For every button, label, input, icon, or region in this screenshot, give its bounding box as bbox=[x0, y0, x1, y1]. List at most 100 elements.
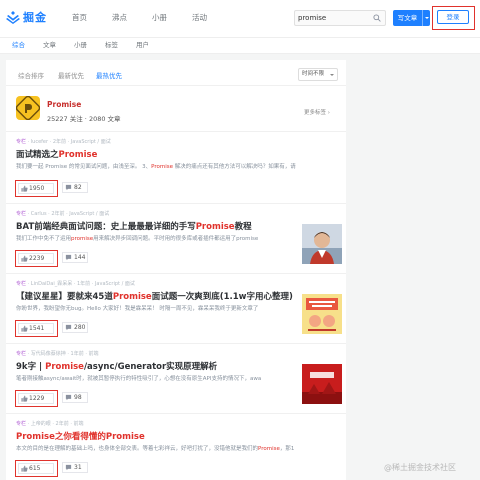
top-navbar: 掘金 首页 沸点 小册 活动 写文章 登录 bbox=[0, 0, 480, 38]
meta-info: · lucefer · 2年前 · JavaScript / 面试 bbox=[26, 139, 111, 145]
tab-books[interactable]: 小册 bbox=[74, 38, 87, 53]
article-abstract: 我们工作中免不了运用promise用来解决异步回调问题。平时用的很多库或者插件都… bbox=[16, 234, 298, 242]
tab-users[interactable]: 用户 bbox=[136, 38, 149, 53]
meta-info: · LinDaiDai_霖呆呆 · 1年前 · JavaScript / 面试 bbox=[26, 281, 135, 287]
watermark-text: @稀土掘金技术社区 bbox=[384, 463, 456, 472]
comment-button[interactable]: 280 bbox=[62, 322, 88, 333]
article-item[interactable]: 专栏 · 写代码像蔡徐抻 · 1年前 · 前端 9k字 | Promise/as… bbox=[6, 344, 346, 414]
tab-all[interactable]: 综合 bbox=[12, 38, 25, 53]
search-type-tabs: 综合 文章 小册 标签 用户 bbox=[0, 38, 480, 54]
like-highlight-box: 1950 bbox=[15, 180, 58, 197]
abstract-text: 你盼世界，我盼望你无bug。Hello 大家好！我是霖呆呆！ 时隔一周不见，霖呆… bbox=[16, 306, 259, 312]
thumbs-up-icon bbox=[21, 255, 28, 262]
thumbs-up-icon bbox=[21, 185, 28, 192]
tab-articles[interactable]: 文章 bbox=[43, 38, 56, 53]
promise-red-thumbnail bbox=[302, 364, 342, 404]
title-highlight: Promise bbox=[112, 292, 152, 302]
comment-button[interactable]: 144 bbox=[62, 252, 88, 263]
comment-icon bbox=[65, 254, 72, 261]
comment-icon bbox=[65, 394, 72, 401]
column-tag[interactable]: 专栏 bbox=[16, 351, 26, 357]
like-button[interactable]: 1950 bbox=[18, 183, 54, 194]
tag-card[interactable]: Promise 25227 关注 · 2080 文章 更多标签 › bbox=[6, 86, 346, 132]
like-button[interactable]: 615 bbox=[18, 463, 54, 474]
more-tags-link[interactable]: 更多标签 › bbox=[304, 108, 330, 116]
nav-home[interactable]: 首页 bbox=[72, 12, 87, 23]
tag-stats: 25227 关注 · 2080 文章 bbox=[47, 115, 121, 123]
article-meta: 专栏 · Carlus · 2年前 · JavaScript / 面试 bbox=[16, 210, 109, 217]
article-cover-image[interactable] bbox=[302, 364, 342, 404]
like-button[interactable]: 2239 bbox=[18, 253, 54, 264]
site-logo[interactable]: 掘金 bbox=[6, 9, 47, 25]
nav-pins[interactable]: 沸点 bbox=[112, 12, 127, 23]
like-button[interactable]: 1541 bbox=[18, 323, 54, 334]
sort-comprehensive[interactable]: 综合排序 bbox=[18, 70, 44, 80]
sort-bar: 综合排序 最新优先 最热优先 时间不限 bbox=[6, 60, 346, 86]
article-item[interactable]: 专栏 · Carlus · 2年前 · JavaScript / 面试 BAT前… bbox=[6, 204, 346, 274]
abstract-text: 我们要一起 Promise 的常见面试问题，由浅至深。 3、 bbox=[16, 164, 152, 170]
comment-button[interactable]: 98 bbox=[62, 392, 88, 403]
abstract-highlight: Promise bbox=[151, 164, 173, 170]
meta-info: · 写代码像蔡徐抻 · 1年前 · 前端 bbox=[26, 351, 99, 357]
article-item[interactable]: 专栏 · lucefer · 2年前 · JavaScript / 面试 面试精… bbox=[6, 132, 346, 204]
title-text-tail: /async/Generator实现原理解析 bbox=[83, 362, 218, 372]
title-highlight: Promise bbox=[195, 222, 235, 232]
title-text: BAT前端经典面试问题：史上最最最详细的手写 bbox=[16, 222, 196, 232]
time-filter-select[interactable]: 时间不限 bbox=[298, 68, 338, 81]
abstract-highlight: promise bbox=[71, 236, 94, 242]
comment-button[interactable]: 31 bbox=[62, 462, 88, 473]
like-count: 615 bbox=[29, 465, 41, 472]
like-highlight-box: 2239 bbox=[15, 250, 58, 267]
comment-count: 82 bbox=[74, 184, 82, 191]
article-item[interactable]: 专栏 · 上帝的眼 · 2年前 · 前端 Promise之你看得懂的Promis… bbox=[6, 414, 346, 480]
comment-count: 98 bbox=[74, 394, 82, 401]
write-article-button[interactable]: 写文章 bbox=[393, 10, 422, 26]
column-tag[interactable]: 专栏 bbox=[16, 421, 26, 427]
abstract-text: 我们工作中免不了运用 bbox=[16, 236, 72, 242]
thumbs-up-icon bbox=[21, 395, 28, 402]
comment-count: 144 bbox=[74, 254, 86, 261]
thumbs-up-icon bbox=[21, 325, 28, 332]
article-abstract: 你盼世界，我盼望你无bug。Hello 大家好！我是霖呆呆！ 时隔一周不见，霖呆… bbox=[16, 304, 298, 312]
promise-tag-logo-icon bbox=[15, 95, 41, 121]
article-cover-image[interactable] bbox=[302, 294, 342, 334]
search-icon[interactable] bbox=[373, 14, 381, 22]
title-highlight: Promise bbox=[45, 362, 84, 372]
comment-button[interactable]: 82 bbox=[62, 182, 88, 193]
search-input[interactable] bbox=[298, 12, 368, 24]
main-nav: 首页 沸点 小册 活动 bbox=[72, 12, 232, 23]
nav-events[interactable]: 活动 bbox=[192, 12, 207, 23]
login-button[interactable]: 登录 bbox=[437, 10, 469, 24]
title-text: 面试精选之 bbox=[16, 150, 59, 160]
title-text: 9k字 | bbox=[16, 362, 46, 372]
article-meta: 专栏 · 写代码像蔡徐抻 · 1年前 · 前端 bbox=[16, 350, 99, 357]
like-button[interactable]: 1229 bbox=[18, 393, 54, 404]
article-title[interactable]: 面试精选之Promise bbox=[16, 148, 97, 160]
article-title[interactable]: Promise之你看得懂的Promise bbox=[16, 430, 145, 442]
article-meta: 专栏 · 上帝的眼 · 2年前 · 前端 bbox=[16, 420, 84, 427]
comment-count: 31 bbox=[74, 464, 82, 471]
article-title[interactable]: BAT前端经典面试问题：史上最最最详细的手写Promise教程 bbox=[16, 220, 252, 232]
write-dropdown-chevron-icon[interactable] bbox=[422, 10, 430, 26]
article-cover-image[interactable] bbox=[302, 224, 342, 264]
like-highlight-box: 1229 bbox=[15, 390, 58, 407]
article-meta: 专栏 · LinDaiDai_霖呆呆 · 1年前 · JavaScript / … bbox=[16, 280, 135, 287]
abstract-text-tail: ，那1 bbox=[279, 446, 295, 452]
title-highlight: Promise bbox=[58, 150, 98, 160]
sort-hottest[interactable]: 最热优先 bbox=[96, 70, 122, 80]
column-tag[interactable]: 专栏 bbox=[16, 139, 26, 145]
article-title[interactable]: 9k字 | Promise/async/Generator实现原理解析 bbox=[16, 360, 217, 372]
tag-name[interactable]: Promise bbox=[47, 100, 81, 109]
sort-newest[interactable]: 最新优先 bbox=[58, 70, 84, 80]
comment-icon bbox=[65, 184, 72, 191]
title-text-tail: 之你看得懂的Promise bbox=[54, 432, 145, 442]
column-tag[interactable]: 专栏 bbox=[16, 211, 26, 217]
nav-books[interactable]: 小册 bbox=[152, 12, 167, 23]
column-tag[interactable]: 专栏 bbox=[16, 281, 26, 287]
like-count: 1950 bbox=[29, 185, 45, 192]
article-title[interactable]: 【建议星星】要就来45道Promise面试题一次爽到底(1.1w字用心整理) bbox=[16, 290, 293, 302]
article-item[interactable]: 专栏 · LinDaiDai_霖呆呆 · 1年前 · JavaScript / … bbox=[6, 274, 346, 344]
title-text: 【建议星星】要就来45道 bbox=[16, 292, 113, 302]
like-highlight-box: 1541 bbox=[15, 320, 58, 337]
tab-tags[interactable]: 标签 bbox=[105, 38, 118, 53]
